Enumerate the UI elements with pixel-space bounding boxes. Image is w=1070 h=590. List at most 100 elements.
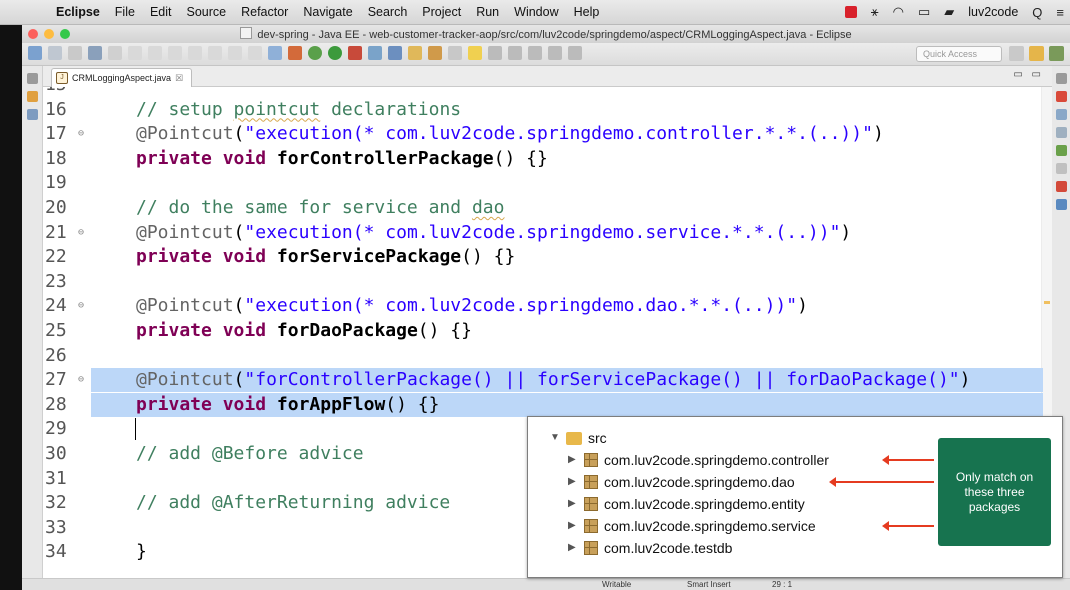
resume-icon[interactable] bbox=[128, 46, 142, 60]
tree-item-package[interactable]: ▶ com.luv2code.springdemo.dao bbox=[568, 471, 795, 493]
code-line[interactable]: 28 private void forAppFlow() {} bbox=[43, 392, 1043, 417]
menu-project[interactable]: Project bbox=[422, 5, 461, 19]
code-line[interactable]: 24 ⊖ @Pointcut("execution(* com.luv2code.s… bbox=[43, 294, 1043, 318]
outline-icon[interactable] bbox=[26, 109, 38, 120]
markers-icon[interactable] bbox=[1055, 91, 1067, 102]
menu-refactor[interactable]: Refactor bbox=[241, 5, 288, 19]
save-icon[interactable] bbox=[48, 46, 62, 60]
new-package-icon[interactable] bbox=[388, 46, 402, 60]
code-line[interactable]: 19 bbox=[43, 171, 1043, 195]
collapsed-triangle-icon[interactable]: ▶ bbox=[568, 449, 578, 471]
menu-run[interactable]: Run bbox=[476, 5, 499, 19]
editor-minmax-controls[interactable]: ▭ ▭ bbox=[1013, 69, 1044, 80]
debug-perspective-icon[interactable] bbox=[1049, 46, 1064, 61]
menu-window[interactable]: Window bbox=[514, 5, 558, 19]
new-icon[interactable] bbox=[28, 46, 42, 60]
tree-item-package[interactable]: ▶ com.luv2code.springdemo.entity bbox=[568, 493, 805, 515]
debug-icon[interactable] bbox=[308, 46, 322, 60]
skip-breakpoints-icon[interactable] bbox=[108, 46, 122, 60]
code-line[interactable]: 18 private void forControllerPackage() {} bbox=[43, 147, 1043, 171]
save-all-icon[interactable] bbox=[68, 46, 82, 60]
tree-root-src[interactable]: ▼ src bbox=[550, 427, 607, 449]
quick-access-input[interactable]: Quick Access bbox=[916, 46, 1002, 62]
close-tab-icon[interactable]: ☒ bbox=[175, 73, 183, 84]
disconnect-icon[interactable] bbox=[188, 46, 202, 60]
code-line[interactable]: 25 private void forDaoPackage() {} bbox=[43, 319, 1043, 343]
collapsed-triangle-icon[interactable]: ▶ bbox=[568, 471, 578, 493]
collapsed-triangle-icon[interactable]: ▶ bbox=[568, 515, 578, 537]
spotlight-search-icon[interactable]: Q bbox=[1032, 5, 1042, 20]
menu-edit[interactable]: Edit bbox=[150, 5, 172, 19]
mark-occurrences-icon[interactable] bbox=[468, 46, 482, 60]
search-icon[interactable] bbox=[448, 46, 462, 60]
step-over-icon[interactable] bbox=[228, 46, 242, 60]
open-perspective-icon[interactable] bbox=[1009, 46, 1024, 61]
forward-icon[interactable] bbox=[568, 46, 582, 60]
console-icon[interactable] bbox=[1055, 199, 1067, 210]
code-line[interactable]: 17 ⊖ @Pointcut("execution(* com.luv2code.s… bbox=[43, 122, 1043, 146]
battery-icon[interactable]: ▰ bbox=[944, 4, 954, 20]
new-class-icon[interactable] bbox=[408, 46, 422, 60]
menu-help[interactable]: Help bbox=[574, 5, 600, 19]
show-whitespace-icon[interactable] bbox=[508, 46, 522, 60]
fold-toggle-icon[interactable]: ⊖ bbox=[78, 122, 84, 146]
terminate-icon[interactable] bbox=[168, 46, 182, 60]
toggle-breakpoint-icon[interactable] bbox=[288, 46, 302, 60]
java-ee-perspective-icon[interactable] bbox=[1029, 46, 1044, 61]
recording-icon[interactable] bbox=[844, 6, 857, 18]
code-line[interactable]: 22 private void forServicePackage() {} bbox=[43, 245, 1043, 269]
snippets-icon[interactable] bbox=[1055, 163, 1067, 174]
wifi-icon[interactable]: ◠ bbox=[893, 4, 904, 20]
code-line[interactable]: 15 bbox=[43, 87, 1043, 97]
back-icon[interactable] bbox=[548, 46, 562, 60]
status-insert-mode[interactable]: Smart Insert bbox=[687, 580, 731, 589]
terminal-icon[interactable] bbox=[88, 46, 102, 60]
code-line[interactable]: 23 bbox=[43, 270, 1043, 294]
code-line[interactable]: 16 // setup pointcut declarations bbox=[43, 98, 1043, 122]
tab-crm-logging-aspect[interactable]: J CRMLoggingAspect.java ☒ bbox=[51, 68, 193, 87]
fold-toggle-icon[interactable]: ⊖ bbox=[78, 368, 84, 392]
code-line[interactable]: 20 // do the same for service and dao bbox=[43, 196, 1043, 220]
run-icon[interactable] bbox=[328, 46, 342, 60]
open-type-icon[interactable] bbox=[428, 46, 442, 60]
tree-item-package[interactable]: ▶ com.luv2code.springdemo.controller bbox=[568, 449, 829, 471]
menu-search[interactable]: Search bbox=[368, 5, 408, 19]
servers-icon[interactable] bbox=[268, 46, 282, 60]
code-line[interactable]: 27 ⊖ @Pointcut("forControllerPackage() || … bbox=[43, 368, 1043, 393]
collapsed-triangle-icon[interactable]: ▶ bbox=[568, 493, 578, 515]
code-line[interactable]: 26 bbox=[43, 344, 1043, 368]
expanded-triangle-icon[interactable]: ▼ bbox=[550, 427, 560, 449]
fold-toggle-icon[interactable]: ⊖ bbox=[78, 294, 84, 318]
project-explorer-icon[interactable] bbox=[26, 91, 38, 102]
step-into-icon[interactable] bbox=[208, 46, 222, 60]
servers-view-icon[interactable] bbox=[1055, 127, 1067, 138]
new-java-project-icon[interactable] bbox=[368, 46, 382, 60]
restore-right-icon[interactable] bbox=[1055, 73, 1067, 84]
data-source-icon[interactable] bbox=[1055, 145, 1067, 156]
collapsed-triangle-icon[interactable]: ▶ bbox=[568, 537, 578, 559]
line-number: 15 bbox=[45, 87, 85, 97]
user-name[interactable]: luv2code bbox=[968, 5, 1018, 19]
ruler-marker[interactable] bbox=[1044, 301, 1050, 304]
suspend-icon[interactable] bbox=[148, 46, 162, 60]
notification-list-icon[interactable]: ≡ bbox=[1056, 5, 1064, 20]
menu-navigate[interactable]: Navigate bbox=[303, 5, 352, 19]
toggle-block-selection-icon[interactable] bbox=[488, 46, 502, 60]
code-text: private void forControllerPackage() {} bbox=[136, 147, 548, 169]
tree-item-package[interactable]: ▶ com.luv2code.testdb bbox=[568, 537, 732, 559]
tree-item-package[interactable]: ▶ com.luv2code.springdemo.service bbox=[568, 515, 816, 537]
problems-icon[interactable] bbox=[1055, 181, 1067, 192]
properties-icon[interactable] bbox=[1055, 109, 1067, 120]
external-tools-icon[interactable] bbox=[348, 46, 362, 60]
airplay-icon[interactable]: ▭ bbox=[918, 4, 930, 20]
menu-source[interactable]: Source bbox=[186, 5, 226, 19]
menu-file[interactable]: File bbox=[115, 5, 135, 19]
step-return-icon[interactable] bbox=[248, 46, 262, 60]
fold-toggle-icon[interactable]: ⊖ bbox=[78, 221, 84, 245]
bluetooth-icon[interactable]: ⚹ bbox=[871, 4, 879, 20]
code-line[interactable]: 21 ⊖ @Pointcut("execution(* com.luv2code.s… bbox=[43, 221, 1043, 245]
restore-icon[interactable] bbox=[26, 73, 38, 84]
menu-eclipse[interactable]: Eclipse bbox=[56, 5, 100, 19]
code-text: // add @Before advice bbox=[136, 443, 364, 464]
next-annotation-icon[interactable] bbox=[528, 46, 542, 60]
